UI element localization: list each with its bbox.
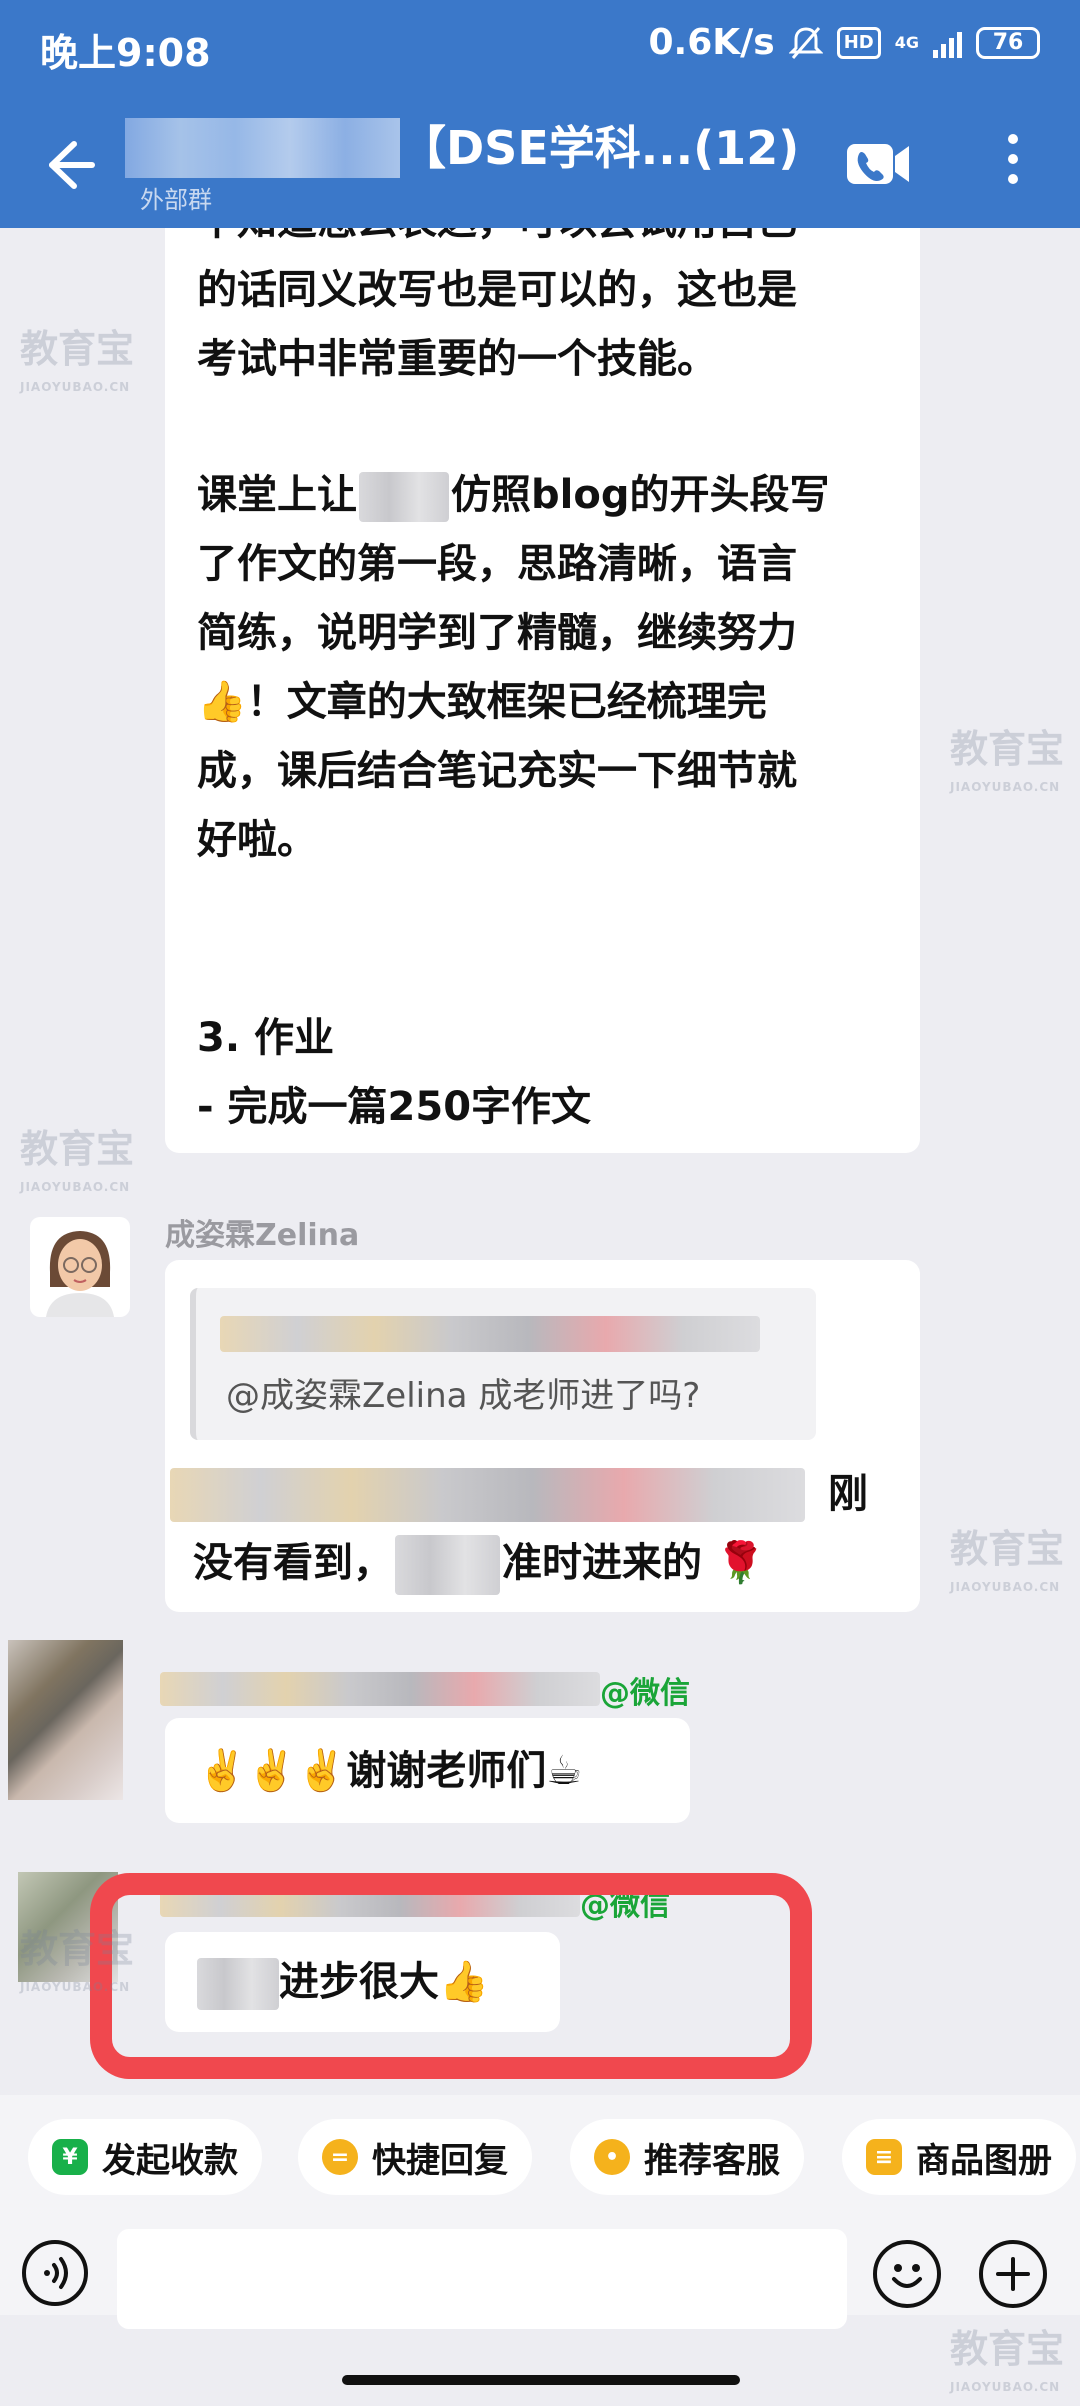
quick-action-product-catalog[interactable]: ≡ 商品图册 <box>842 2119 1076 2195</box>
input-bar <box>0 2215 1080 2329</box>
voice-icon[interactable] <box>22 2240 88 2306</box>
quick-reply-icon: = <box>322 2139 358 2175</box>
m3-text: ✌️✌️✌️谢谢老师们☕ <box>197 1748 583 1794</box>
nav-bar: 【DSE学科...(12) 外部群 <box>0 96 1080 228</box>
chat-bubble-icon: • <box>594 2139 630 2175</box>
status-bar: 晚上9:08 0.6K/s HD 4G 76 <box>0 0 1080 96</box>
quick-action-quick-reply[interactable]: = 快捷回复 <box>298 2119 532 2195</box>
quick-action-recommend-service[interactable]: • 推荐客服 <box>570 2119 804 2195</box>
chat-title[interactable]: 【DSE学科...(12) <box>400 112 799 178</box>
blurred-name <box>359 472 449 522</box>
quick-action-collect-payment[interactable]: ¥ 发起收款 <box>28 2119 262 2195</box>
watermark-logo: 教育宝 JIAOYUBAO.CN <box>20 1927 135 1994</box>
m1-line-13: 3. 作业 <box>197 1015 334 1061</box>
quote-text: @成姿霖Zelina 成老师进了吗? <box>226 1376 701 1416</box>
emoji-icon[interactable] <box>873 2240 941 2308</box>
m1-line-10: 好啦。 <box>197 817 317 863</box>
m1-line-5: 课堂上让 仿照blog的开头段写 <box>197 461 829 530</box>
highlight-box <box>90 1873 812 2079</box>
top-bar: 晚上9:08 0.6K/s HD 4G 76 【DSE学科...(12) 外部群 <box>0 0 1080 228</box>
sender-suffix: @微信 <box>600 1676 690 1711</box>
back-arrow-icon[interactable] <box>34 130 104 200</box>
more-vertical-icon[interactable] <box>998 134 1028 196</box>
watermark-logo: 教育宝 JIAOYUBAO.CN <box>20 327 135 394</box>
title-blurred-prefix <box>125 118 400 178</box>
status-time: 晚上9:08 <box>40 31 211 75</box>
message-input[interactable] <box>117 2229 847 2329</box>
chat-subtitle: 外部群 <box>140 186 212 214</box>
network-speed: 0.6K/s <box>648 22 775 63</box>
m1-line-2: 的话同义改写也是可以的，这也是 <box>197 267 797 313</box>
quoted-message[interactable]: @成姿霖Zelina 成老师进了吗? <box>190 1288 816 1440</box>
catalog-icon: ≡ <box>866 2139 902 2175</box>
m1-line-3: 考试中非常重要的一个技能。 <box>197 336 717 382</box>
blurred-quote-sender <box>220 1316 760 1352</box>
home-indicator[interactable] <box>342 2375 740 2385</box>
watermark-logo: 教育宝 JIAOYUBAO.CN <box>950 727 1065 794</box>
blurred-name <box>395 1535 500 1595</box>
sender-name: 成姿霖Zelina <box>165 1218 360 1253</box>
m1-line-9: 成，课后结合笔记充实一下细节就 <box>197 748 797 794</box>
m1-line-6: 了作文的第一段，思路清晰，语言 <box>197 541 797 587</box>
m1-line-8: 👍！文章的大致框架已经梳理完 <box>197 679 767 725</box>
m1-line-7: 简练，说明学到了精髓，继续努力 <box>197 610 797 656</box>
m2-line-2: 没有看到， 准时进来的 🌹 <box>193 1529 766 1598</box>
avatar-blurred[interactable] <box>8 1640 123 1800</box>
status-icons: 0.6K/s HD 4G 76 <box>648 22 1040 63</box>
bell-muted-icon <box>788 26 823 59</box>
hd-icon: HD <box>836 26 881 59</box>
watermark-logo: 教育宝 JIAOYUBAO.CN <box>950 2327 1065 2394</box>
blurred-text <box>170 1468 805 1522</box>
network-type: 4G <box>894 32 919 52</box>
yuan-icon: ¥ <box>52 2139 88 2175</box>
m1-line-14: - 完成一篇250字作文 <box>197 1084 592 1130</box>
video-call-icon[interactable] <box>845 138 911 190</box>
blurred-sender-name <box>160 1672 600 1706</box>
battery-icon: 76 <box>976 26 1040 59</box>
signal-icon <box>933 28 962 58</box>
avatar[interactable] <box>30 1217 130 1317</box>
plus-icon[interactable] <box>979 2240 1047 2308</box>
m2-line-1-tail: 刚 <box>828 1471 868 1517</box>
watermark-logo: 教育宝 JIAOYUBAO.CN <box>950 1527 1065 1594</box>
watermark-logo: 教育宝 JIAOYUBAO.CN <box>20 1127 135 1194</box>
